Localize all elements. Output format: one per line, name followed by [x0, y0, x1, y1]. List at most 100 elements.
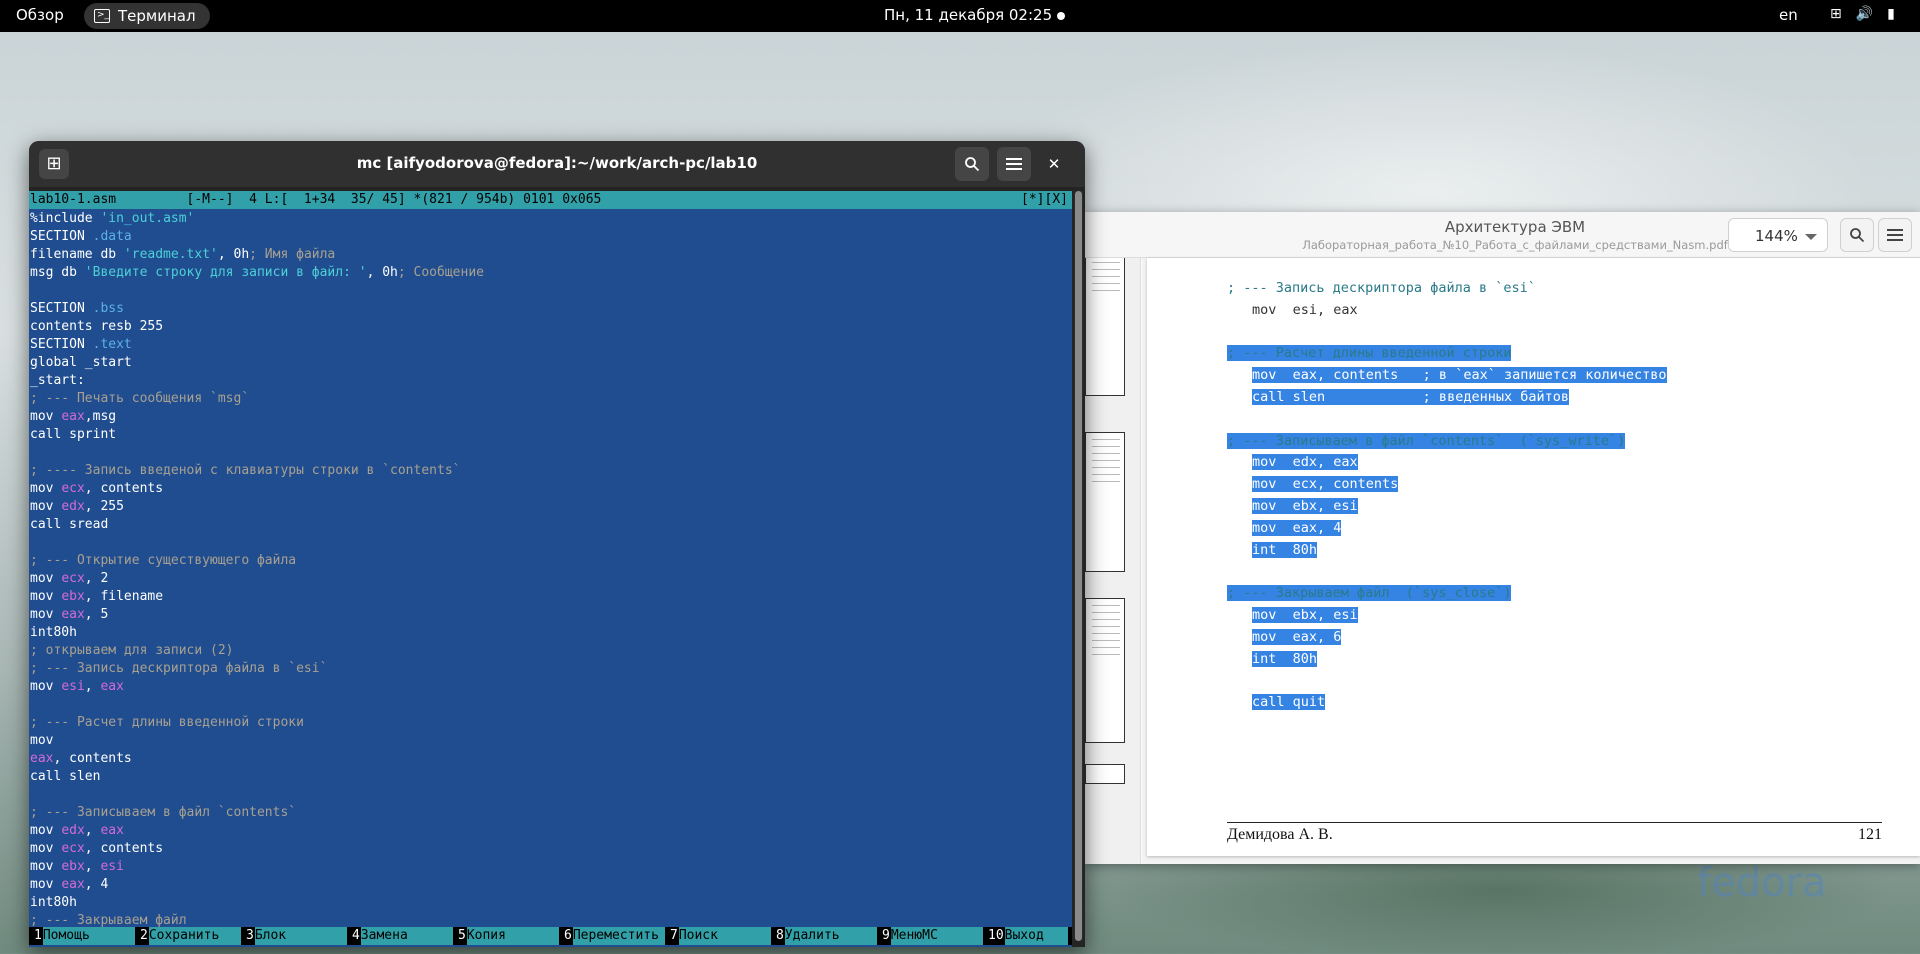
- function-key-label: Переместить: [572, 927, 665, 945]
- code-line: mov edx, 255: [30, 498, 1070, 516]
- code-token: .data: [92, 229, 132, 244]
- code-line: mov: [30, 732, 1070, 750]
- search-icon: [965, 157, 980, 172]
- code-token: , 0h: [366, 265, 398, 280]
- app-menu-button[interactable]: >_ Терминал: [84, 3, 210, 29]
- function-key-label: Выход: [1004, 927, 1068, 945]
- function-key-8[interactable]: 8 Удалить: [771, 927, 877, 945]
- page-thumbnail[interactable]: [1085, 764, 1125, 784]
- function-key-7[interactable]: 7 Поиск: [665, 927, 771, 945]
- function-key-label: Удалить: [784, 927, 877, 945]
- page-thumbnail[interactable]: [1085, 258, 1125, 396]
- close-button[interactable]: ✕: [1043, 153, 1065, 175]
- function-key-5[interactable]: 5 Копия: [453, 927, 559, 945]
- code-token: 'in_out.asm': [100, 211, 195, 226]
- code-token: mov: [30, 409, 62, 424]
- pdf-code-line: mov esi, eax: [1252, 302, 1358, 318]
- code-token: ecx: [61, 481, 85, 496]
- pdf-code-line: call slen ; введенных байтов: [1252, 389, 1569, 405]
- code-token: 'readme.txt': [123, 247, 218, 262]
- code-line: mov esi, eax: [30, 678, 1070, 696]
- fedora-watermark: fedora: [1697, 860, 1827, 906]
- code-token: %include: [30, 211, 101, 226]
- code-token: mov: [30, 571, 62, 586]
- function-key-10[interactable]: 10 Выход: [983, 927, 1068, 945]
- pdf-code-line: int 80h: [1252, 541, 1318, 558]
- function-key-number: 2: [135, 927, 149, 945]
- page-thumbnail[interactable]: [1085, 598, 1125, 743]
- function-key-label: МенюMC: [890, 927, 983, 945]
- code-token: esi: [61, 679, 85, 694]
- function-key-1[interactable]: 1 Помощь: [29, 927, 135, 945]
- code-token: , filename: [84, 589, 164, 604]
- system-tray[interactable]: ⊞ 🔊 ▮: [1830, 6, 1895, 22]
- pdf-filename: Лабораторная_работа_№10_Работа_с_файлами…: [1302, 238, 1728, 252]
- code-line: ; --- Печать сообщения `msg`: [30, 390, 1070, 408]
- code-line: mov ecx, 2: [30, 570, 1070, 588]
- page-thumbnail[interactable]: [1085, 432, 1125, 572]
- new-tab-button[interactable]: ⊞: [39, 149, 69, 179]
- code-token: eax: [61, 607, 85, 622]
- code-line: SECTION .text: [30, 336, 1070, 354]
- function-key-number: 4: [347, 927, 361, 945]
- plus-icon: ⊞: [46, 153, 62, 174]
- code-token: ; ---- Запись введеной с клавиатуры стро…: [30, 463, 461, 478]
- hamburger-menu-icon: [1006, 158, 1022, 170]
- function-key-3[interactable]: 3 Блок: [241, 927, 347, 945]
- terminal-scrollbar[interactable]: [1074, 191, 1083, 941]
- clock[interactable]: Пн, 11 декабря 02:25: [884, 6, 1052, 24]
- function-key-number: 5: [453, 927, 467, 945]
- keyboard-layout-indicator[interactable]: en: [1779, 6, 1798, 24]
- zoom-select[interactable]: 144%: [1728, 218, 1828, 252]
- function-key-2[interactable]: 2 Сохранить: [135, 927, 241, 945]
- scrollbar-thumb[interactable]: [1075, 191, 1082, 941]
- code-token: call sprint: [30, 427, 117, 442]
- code-token: int80h: [30, 895, 77, 910]
- code-token: ,: [84, 859, 101, 874]
- code-token: , 4: [84, 877, 109, 892]
- code-token: ecx: [61, 571, 85, 586]
- code-token: , 5: [84, 607, 109, 622]
- pdf-code-line: mov ebx, esi: [1252, 607, 1358, 623]
- code-token: ; --- Расчет длины введенной строки: [30, 715, 304, 730]
- mc-editor[interactable]: lab10-1.asm [-M--] 4 L:[ 1+34 35/ 45] *(…: [29, 191, 1072, 947]
- code-line: _start:: [30, 372, 1070, 390]
- function-key-bar: 1 Помощь 2 Сохранить 3 Блок 4 Замена 5 Копия 6 Пере…: [29, 927, 1072, 945]
- function-key-4[interactable]: 4 Замена: [347, 927, 453, 945]
- pdf-code-text: mov ebx, esi: [1252, 498, 1358, 514]
- pdf-code-line: mov eax, 6: [1252, 628, 1342, 645]
- code-token: mov: [30, 499, 62, 514]
- code-token: eax: [100, 823, 124, 838]
- pdf-code-text: ; --- Записываем в файл `contents` (`sys…: [1227, 432, 1626, 449]
- editor-status-line: lab10-1.asm [-M--] 4 L:[ 1+34 35/ 45] *(…: [29, 191, 1072, 209]
- code-token: call sread: [30, 517, 109, 532]
- zoom-value: 144%: [1755, 227, 1798, 245]
- pdf-page-area[interactable]: Демидова А. В. 121 ; --- Запись дескрипт…: [1142, 258, 1920, 864]
- terminal-menu-button[interactable]: [997, 147, 1031, 181]
- editor-window-buttons[interactable]: [*][X]: [1021, 191, 1068, 209]
- terminal-search-button[interactable]: [955, 147, 989, 181]
- editor-code-area[interactable]: %include 'in_out.asm' SECTION .data filena…: [30, 210, 1070, 930]
- code-token: eax: [30, 751, 54, 766]
- code-line: int80h: [30, 624, 1070, 642]
- code-token: global _start: [30, 355, 132, 370]
- pdf-menu-button[interactable]: [1878, 218, 1912, 252]
- pdf-code-text: int 80h: [1252, 541, 1318, 558]
- pdf-title: Архитектура ЭВМ: [1444, 218, 1586, 236]
- code-line: mov ecx, contents: [30, 840, 1070, 858]
- code-token: msg db: [30, 265, 85, 280]
- code-line: mov ecx, contents: [30, 480, 1070, 498]
- function-key-9[interactable]: 9 МенюMC: [877, 927, 983, 945]
- search-icon: [1850, 228, 1865, 243]
- overview-button[interactable]: Обзор: [16, 6, 64, 24]
- pdf-code-line: mov eax, 4: [1252, 519, 1342, 536]
- pdf-search-button[interactable]: [1840, 218, 1874, 252]
- pdf-code-line: int 80h: [1252, 650, 1318, 667]
- terminal-icon: >_: [94, 9, 110, 23]
- pdf-code-line: ; --- Запись дескриптора файла в `esi`: [1227, 280, 1536, 296]
- code-token: _start:: [30, 373, 85, 388]
- function-key-6[interactable]: 6 Переместить: [559, 927, 665, 945]
